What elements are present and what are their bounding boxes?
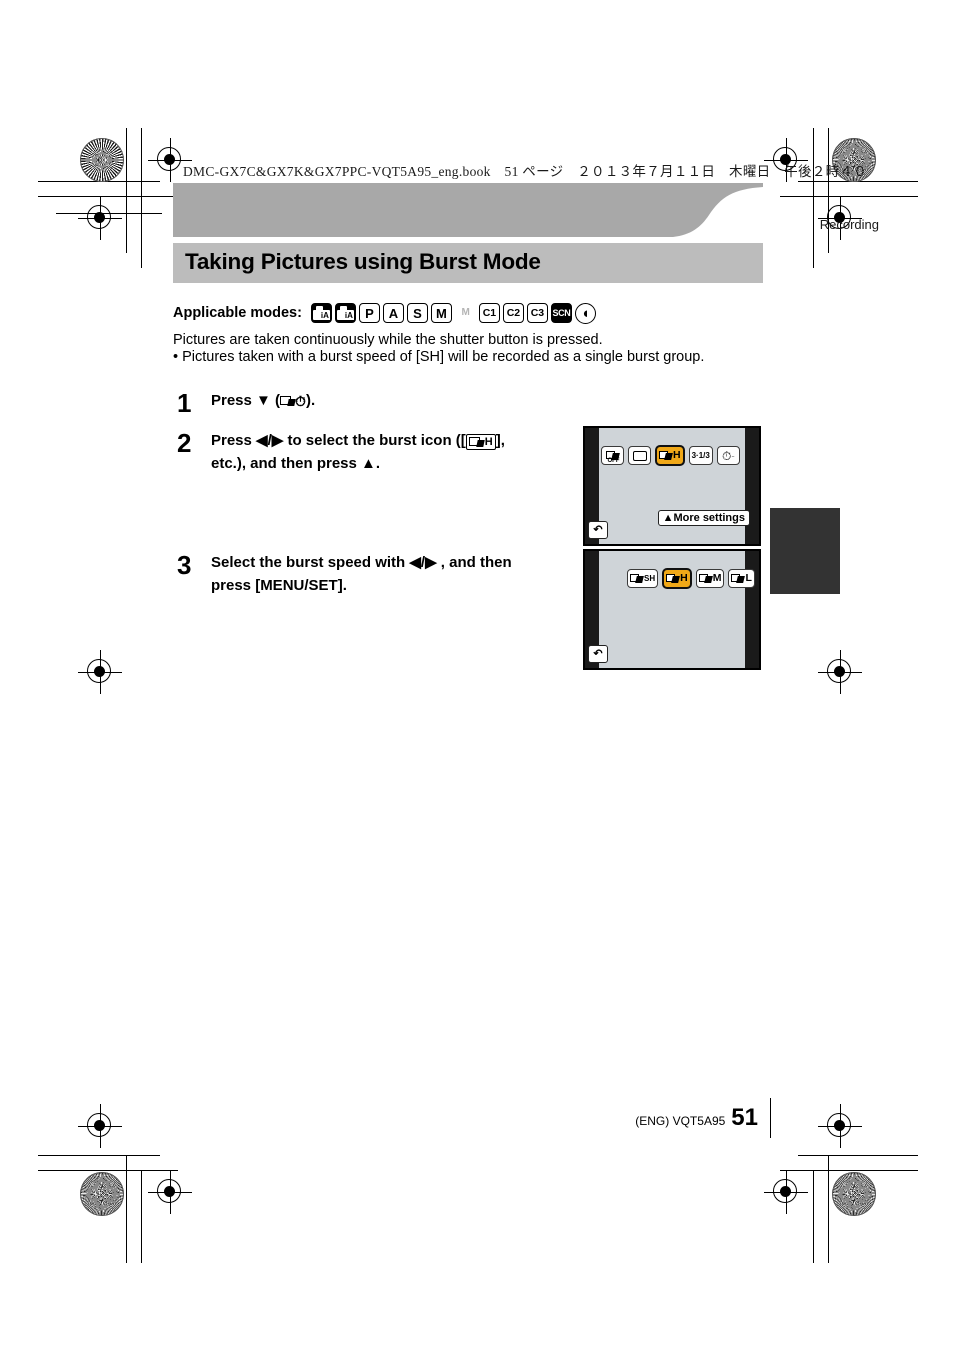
step-2-line2: etc.), and then press ▲. — [211, 454, 381, 472]
registration-crosshair-right-middle — [818, 650, 862, 694]
registration-crosshair-left-lower — [78, 1104, 122, 1148]
mode-icon-intelligent-auto-plus: iA — [334, 303, 356, 323]
applicable-modes-label: Applicable modes: — [173, 305, 302, 321]
burst-h-icon: H — [465, 434, 496, 450]
more-settings-button[interactable]: ▲More settings — [657, 510, 750, 526]
burst-off-icon[interactable]: OFF — [601, 446, 624, 465]
burst-glyph-icon — [468, 436, 485, 448]
lcd-screenshot-drive-mode: OFF H 3·1/3 ⏱.. ▲More settings ↶ — [583, 426, 761, 546]
step-1-number: 1 — [177, 388, 192, 418]
step-1: 1 Press ▼ ( ⏱). — [177, 390, 557, 416]
mode-icon-creative-control: ◖ — [574, 302, 596, 324]
burst-h-label: H — [673, 449, 681, 462]
lcd-right-bar — [745, 428, 759, 544]
mode-icon-program-ae: P — [358, 303, 380, 323]
registration-crosshair-bottom-right — [764, 1170, 808, 1214]
bracket-label: 3·1/3 — [691, 450, 710, 460]
step-3-line2: press [MENU/SET]. — [211, 576, 347, 594]
burst-speed-icon-row: SH H M L — [627, 568, 755, 589]
burst-m-icon[interactable]: M — [695, 569, 725, 588]
burst-h-label: H — [680, 572, 688, 585]
burst-m-label: M — [712, 572, 722, 585]
bracket-icon[interactable]: 3·1/3 — [688, 446, 713, 465]
step-2: 2 Press ◀/▶ to select the burst icon ([ H… — [177, 430, 567, 475]
mode-icon-custom-2: C2 — [502, 303, 524, 323]
step-2-line1-before: Press ◀/▶ to select the burst icon ([ — [211, 432, 466, 449]
burst-sh-label: SH — [644, 573, 656, 583]
self-timer-icon: ⏱ — [295, 393, 306, 409]
step-2-line1-after: ], — [495, 432, 505, 449]
registration-star-top-left — [80, 138, 124, 182]
mode-icon-scene-guide: SCN — [550, 303, 572, 323]
step-2-number: 2 — [177, 428, 192, 458]
burst-sh-icon[interactable]: SH — [627, 569, 659, 588]
back-button[interactable]: ↶ — [588, 645, 608, 663]
chapter-band — [173, 183, 763, 241]
step-2-text: Press ◀/▶ to select the burst icon ([ H],… — [211, 430, 505, 475]
registration-crosshair-right-lower — [818, 1104, 862, 1148]
step-1-text-before: Press ▼ ( — [211, 392, 281, 409]
registration-star-bottom-left — [80, 1172, 124, 1216]
burst-h-label: H — [484, 435, 493, 448]
back-button[interactable]: ↶ — [588, 521, 608, 539]
document-id: (ENG) VQT5A95 — [635, 1114, 726, 1128]
lcd-screenshot-burst-speed: SH H M L ↶ — [583, 549, 761, 670]
burst-off-label: OFF — [607, 457, 620, 464]
page-title-bar: Taking Pictures using Burst Mode — [173, 243, 763, 283]
self-timer-icon[interactable]: ⏱.. — [716, 446, 740, 465]
mode-icon-custom-1: C1 — [478, 303, 500, 323]
mode-icon-creative-video: M — [454, 303, 476, 323]
step-1-text-after: ). — [305, 392, 316, 409]
registration-star-bottom-right — [832, 1172, 876, 1216]
applicable-modes: Applicable modes: iA iA P A S M M C1 C2 … — [173, 302, 596, 324]
registration-crosshair-bottom-left — [148, 1170, 192, 1214]
mode-icon-shutter-priority: S — [406, 303, 428, 323]
mode-icon-manual-exposure: M — [430, 303, 452, 323]
manual-page: DMC-GX7C&GX7K&GX7PPC-VQT5A95_eng.book 51… — [0, 0, 954, 1348]
chapter-label: Recording — [819, 217, 879, 232]
registration-crosshair-left-middle — [78, 650, 122, 694]
mode-icon-custom-3: C3 — [526, 303, 548, 323]
mode-icon-aperture-priority: A — [382, 303, 404, 323]
note-paragraph: • Pictures taken with a burst speed of [… — [173, 349, 705, 365]
trim-line-right — [770, 1098, 771, 1138]
step-1-text: Press ▼ ( ⏱). — [211, 390, 315, 416]
single-shot-icon[interactable] — [628, 446, 651, 465]
burst-l-label: L — [745, 572, 752, 585]
print-file-header: DMC-GX7C&GX7K&GX7PPC-VQT5A95_eng.book 51… — [183, 164, 868, 179]
burst-mode-icon — [280, 395, 296, 407]
page-title: Taking Pictures using Burst Mode — [185, 249, 541, 274]
burst-h-icon[interactable]: H — [655, 445, 685, 466]
step-3-text: Select the burst speed with ◀/▶ , and th… — [211, 552, 512, 597]
step-3-number: 3 — [177, 550, 192, 580]
burst-l-icon[interactable]: L — [728, 569, 755, 588]
registration-crosshair-left-upper — [78, 196, 122, 240]
page-number: 51 — [731, 1104, 758, 1131]
drive-mode-icon-row: OFF H 3·1/3 ⏱.. — [601, 445, 740, 466]
burst-h-icon[interactable]: H — [662, 568, 692, 589]
page-footer: (ENG) VQT5A95 51 — [635, 1104, 758, 1132]
step-3-line1: Select the burst speed with ◀/▶ , and th… — [211, 554, 512, 571]
step-3: 3 Select the burst speed with ◀/▶ , and … — [177, 552, 577, 597]
chapter-side-tab — [770, 508, 840, 594]
mode-icon-intelligent-auto: iA — [310, 303, 332, 323]
